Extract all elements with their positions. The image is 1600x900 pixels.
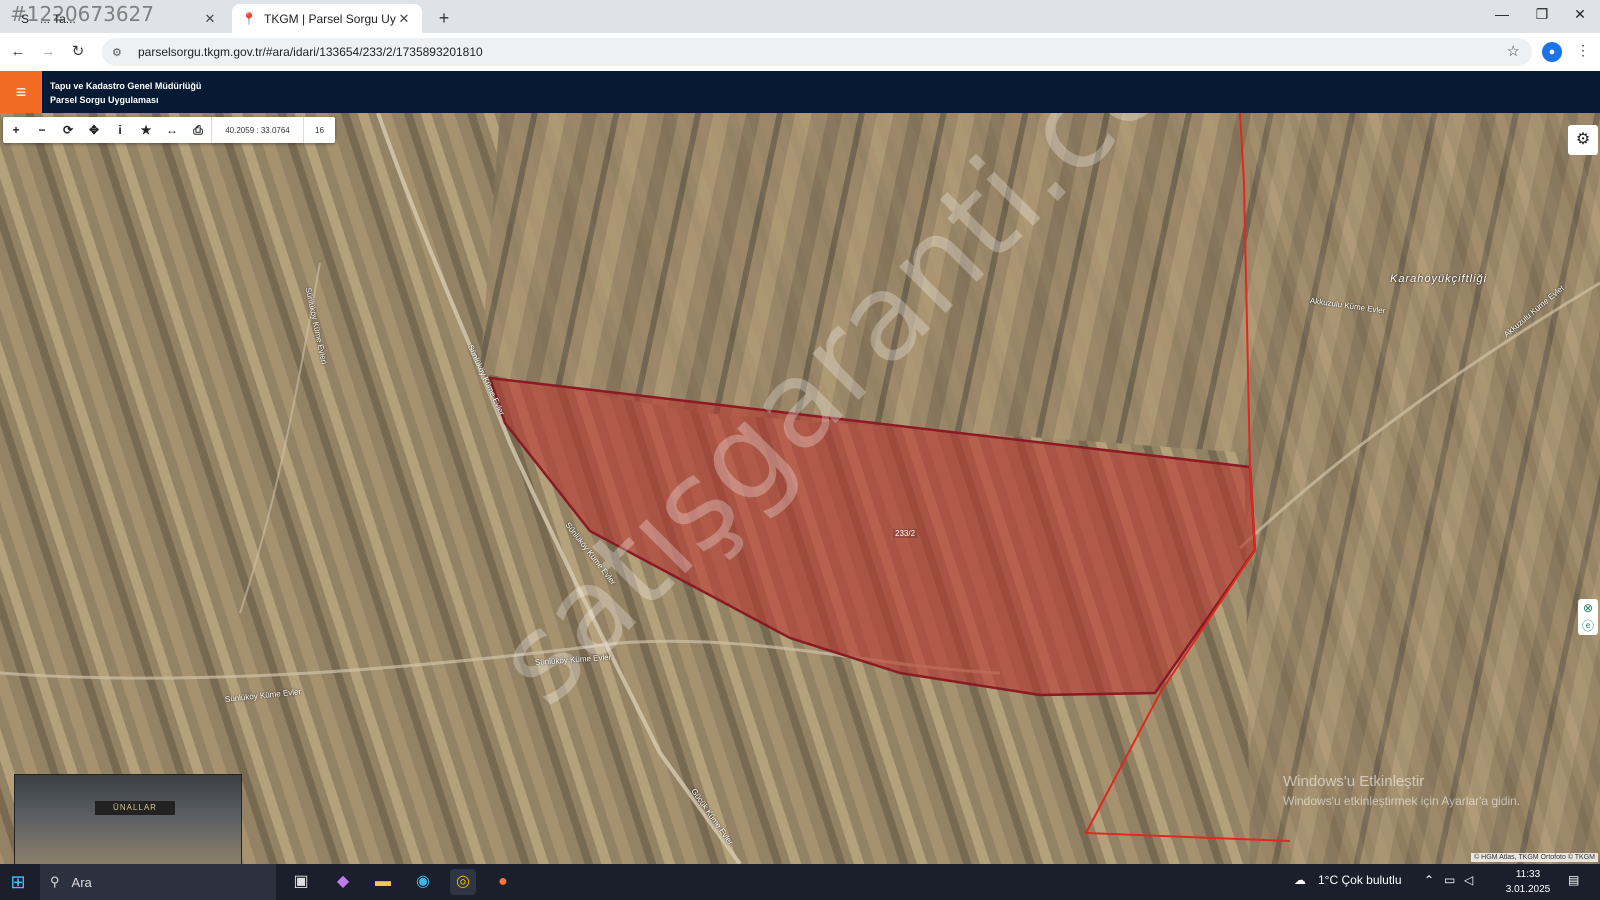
activation-subtitle: Windows'u etkinleştirmek için Ayarlar'a … xyxy=(1283,794,1521,808)
notification-icon[interactable]: ▤ xyxy=(1568,873,1579,887)
file-explorer-icon[interactable]: ▬ xyxy=(370,869,396,895)
edge-circle-icon[interactable]: ⓔ xyxy=(1578,617,1598,635)
taskbar-search[interactable]: ⚲ Ara xyxy=(40,864,276,900)
search-placeholder: Ara xyxy=(71,874,92,890)
browser-toolbar: ← → ↻ ⚙ parselsorgu.tkgm.gov.tr/#ara/ida… xyxy=(0,33,1600,71)
menu-kebab-icon[interactable]: ⋮ xyxy=(1576,42,1590,59)
restore-icon[interactable]: ❐ xyxy=(1524,6,1560,28)
windows-start-icon[interactable]: ⊞ xyxy=(6,870,30,894)
thumbnail-sign: ÜNALLAR xyxy=(95,801,175,815)
zoom-in-icon[interactable]: + xyxy=(3,117,29,143)
place-name-label: Karahöyükçiftliği xyxy=(1390,273,1488,285)
weather-text[interactable]: 1°C Çok bulutlu xyxy=(1318,873,1402,887)
close-window-icon[interactable]: ✕ xyxy=(1562,6,1598,28)
bookmark-star-icon[interactable]: ☆ xyxy=(1507,42,1520,60)
address-bar[interactable]: ⚙ parselsorgu.tkgm.gov.tr/#ara/idari/133… xyxy=(102,38,1532,66)
measure-icon[interactable]: ↔ xyxy=(159,117,185,143)
minimize-icon[interactable]: — xyxy=(1484,6,1520,28)
edge-browser-icon[interactable]: ◉ xyxy=(410,869,436,895)
clock-date: 3.01.2025 xyxy=(1505,884,1551,895)
tab-title: TKGM | Parsel Sorgu Uygulaması xyxy=(264,11,396,26)
weather-icon[interactable]: ☁ xyxy=(1294,873,1306,887)
chrome-browser-icon[interactable]: ◎ xyxy=(450,869,476,895)
app-title-line1: Tapu ve Kadastro Genel Müdürlüğü xyxy=(50,81,202,91)
coordinate-readout: 40.2059 : 33.0764 xyxy=(211,117,303,143)
profile-icon[interactable]: ● xyxy=(1542,42,1562,62)
print-icon[interactable]: ⎙ xyxy=(185,117,211,143)
new-tab-button[interactable]: + xyxy=(432,6,456,30)
task-view-icon[interactable]: ▣ xyxy=(288,869,314,895)
search-icon: ⚲ xyxy=(50,874,60,889)
tab-close-icon[interactable]: ✕ xyxy=(202,11,218,27)
tab-close-icon[interactable]: ✕ xyxy=(396,11,412,27)
windows-activation-notice: Windows'u Etkinleştir Windows'u etkinleş… xyxy=(1283,773,1520,808)
map-pin-icon: 📍 xyxy=(241,11,257,26)
copilot-icon[interactable]: ◆ xyxy=(330,869,356,895)
clock-time: 11:33 xyxy=(1515,869,1541,880)
activation-title: Windows'u Etkinleştir xyxy=(1283,773,1425,790)
browser-tab-bar: S ... Ta... ✕ 📍 TKGM | Parsel Sorgu Uygu… xyxy=(0,0,1600,33)
refresh-icon[interactable]: ⟳ xyxy=(55,117,81,143)
tray-chevron-icon[interactable]: ⌃ xyxy=(1424,873,1434,887)
hamburger-menu-icon[interactable]: ≡ xyxy=(0,71,42,113)
favorite-star-icon[interactable]: ★ xyxy=(133,117,159,143)
app-title-line2: Parsel Sorgu Uygulaması xyxy=(50,95,159,105)
map-attribution[interactable]: © HGM Atlas, TKGM Ortofoto © TKGM xyxy=(1471,853,1598,862)
speaker-icon[interactable]: ◁ xyxy=(1464,873,1473,887)
zoom-level: 16 xyxy=(303,117,335,143)
map-side-controls: ⊗ ⓔ xyxy=(1578,599,1598,635)
overlay-id-text: #1220673627 xyxy=(10,2,155,26)
satellite-map[interactable]: satışgaranti.com + − ⟳ ✥ i ★ ↔ ⎙ 40.2059… xyxy=(0,113,1600,864)
windows-taskbar: ⊞ ⚲ Ara ▣ ◆ ▬ ◉ ◎ ● ☁ 1°C Çok bulutlu ⌃ … xyxy=(0,864,1600,900)
forward-icon[interactable]: → xyxy=(36,40,60,64)
site-info-icon[interactable]: ⚙ xyxy=(112,46,128,59)
close-circle-icon[interactable]: ⊗ xyxy=(1578,599,1598,617)
map-toolbar: + − ⟳ ✥ i ★ ↔ ⎙ 40.2059 : 33.0764 16 xyxy=(3,117,335,143)
info-icon[interactable]: i xyxy=(107,117,133,143)
zoom-out-icon[interactable]: − xyxy=(29,117,55,143)
locate-icon[interactable]: ✥ xyxy=(81,117,107,143)
ad-thumbnail-image[interactable]: ÜNALLAR xyxy=(14,774,242,864)
browser-tab-active[interactable]: 📍 TKGM | Parsel Sorgu Uygulaması ✕ xyxy=(232,4,422,33)
url-text: parselsorgu.tkgm.gov.tr/#ara/idari/13365… xyxy=(138,45,483,59)
network-icon[interactable]: ▭ xyxy=(1444,873,1455,887)
app-title: Tapu ve Kadastro Genel Müdürlüğü Parsel … xyxy=(50,79,201,107)
back-icon[interactable]: ← xyxy=(6,40,30,64)
reload-icon[interactable]: ↻ xyxy=(66,40,90,64)
app-header: ≡ Tapu ve Kadastro Genel Müdürlüğü Parse… xyxy=(0,71,1600,113)
map-settings-gear-icon[interactable]: ⚙ xyxy=(1568,125,1598,155)
parcel-label: 233/2 xyxy=(893,529,918,538)
firefox-browser-icon[interactable]: ● xyxy=(490,869,516,895)
system-clock[interactable]: 11:33 3.01.2025 xyxy=(1500,867,1556,897)
